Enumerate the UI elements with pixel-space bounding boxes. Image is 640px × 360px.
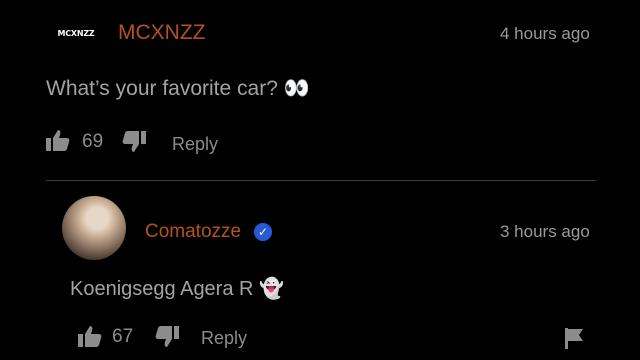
channel-logo[interactable]: MCXNZZ: [52, 28, 100, 40]
comment-timestamp: 4 hours ago: [500, 24, 590, 43]
thumbs-up-icon[interactable]: [46, 129, 70, 151]
comment-text: What’s your favorite car? 👀: [46, 77, 310, 100]
reply-reply-button[interactable]: Reply: [201, 328, 247, 349]
avatar[interactable]: [62, 196, 126, 260]
like-count: 69: [82, 131, 104, 152]
flag-icon[interactable]: [564, 327, 584, 349]
thumbs-down-icon[interactable]: [155, 326, 179, 348]
reply-username[interactable]: Comatozze: [145, 221, 241, 243]
reply-button[interactable]: Reply: [172, 134, 218, 155]
reply-like-count: 67: [112, 326, 134, 347]
thumbs-up-icon[interactable]: [78, 325, 102, 347]
reply-timestamp: 3 hours ago: [500, 222, 590, 241]
reply-text: Koenigsegg Agera R 👻: [70, 278, 284, 300]
divider: [46, 180, 596, 181]
comment-username[interactable]: MCXNZZ: [118, 21, 206, 45]
thumbs-down-icon[interactable]: [122, 131, 146, 153]
verified-check-icon: ✓: [254, 223, 272, 241]
